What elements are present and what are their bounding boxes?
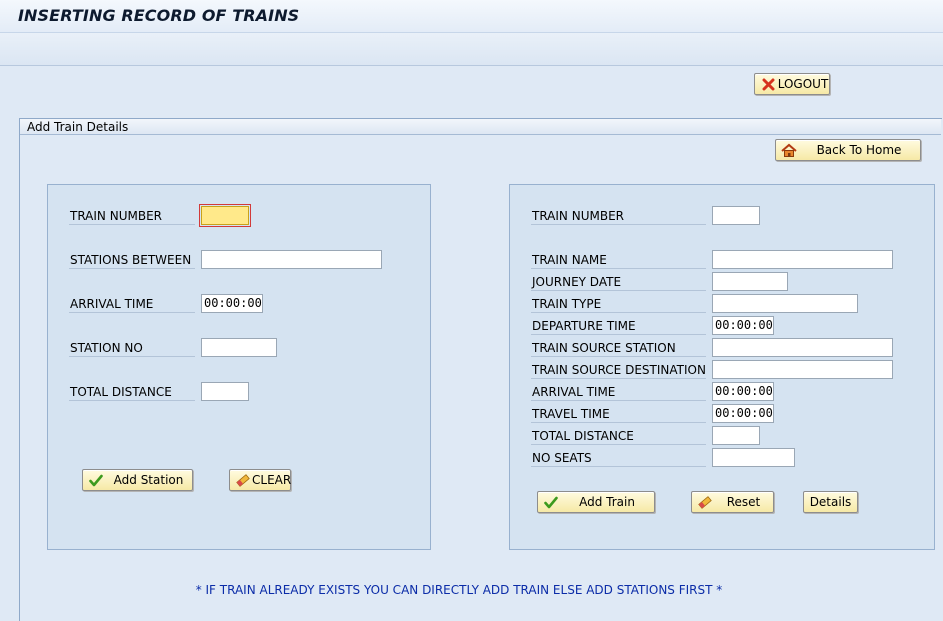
travel-time-label: TRAVEL TIME <box>531 407 706 423</box>
stations-between-input[interactable] <box>201 250 382 269</box>
logout-button[interactable]: LOGOUT <box>754 73 830 95</box>
details-label: Details <box>809 495 852 509</box>
clear-label: CLEAR <box>252 473 292 487</box>
source-station-label: TRAIN SOURCE STATION <box>531 341 706 357</box>
train-name-input[interactable] <box>712 250 893 269</box>
source-destination-label: TRAIN SOURCE DESTINATION <box>531 363 706 379</box>
total-distance-label: TOTAL DISTANCE <box>69 385 195 401</box>
journey-date-input[interactable] <box>712 272 788 291</box>
station-arrival-time-input[interactable]: 00:00:00 <box>201 294 263 313</box>
page-title: INSERTING RECORD OF TRAINS <box>18 6 300 25</box>
back-to-home-label: Back To Home <box>816 143 902 157</box>
add-station-button[interactable]: Add Station <box>82 469 193 491</box>
add-station-label: Add Station <box>113 473 184 487</box>
details-button[interactable]: Details <box>803 491 858 513</box>
total-distance-input[interactable] <box>712 426 760 445</box>
departure-time-label: DEPARTURE TIME <box>531 319 706 335</box>
station-no-label: STATION NO <box>69 341 195 357</box>
eraser-icon <box>234 471 252 489</box>
departure-time-input[interactable]: 00:00:00 <box>712 316 774 335</box>
no-seats-input[interactable] <box>712 448 795 467</box>
arrival-time-input[interactable]: 00:00:00 <box>712 382 774 401</box>
station-no-input[interactable] <box>201 338 277 357</box>
station-total-distance-input[interactable] <box>201 382 249 401</box>
toolbar <box>0 33 943 66</box>
group-title: Add Train Details <box>27 120 129 134</box>
reset-label: Reset <box>726 495 761 509</box>
checkmark-icon <box>87 471 105 489</box>
home-icon <box>780 141 798 159</box>
right-total-distance-label: TOTAL DISTANCE <box>531 429 706 445</box>
train-name-label: TRAIN NAME <box>531 253 706 269</box>
reset-button[interactable]: Reset <box>691 491 774 513</box>
source-station-input[interactable] <box>712 338 893 357</box>
checkmark-icon <box>542 493 560 511</box>
source-destination-input[interactable] <box>712 360 893 379</box>
logout-label: LOGOUT <box>777 77 829 91</box>
train-type-label: TRAIN TYPE <box>531 297 706 313</box>
travel-time-input[interactable]: 00:00:00 <box>712 404 774 423</box>
station-form-panel <box>47 184 431 550</box>
add-train-button[interactable]: Add Train <box>537 491 655 513</box>
right-arrival-time-label: ARRIVAL TIME <box>531 385 706 401</box>
train-type-input[interactable] <box>712 294 858 313</box>
close-x-icon <box>759 75 777 93</box>
instruction-note: * IF TRAIN ALREADY EXISTS YOU CAN DIRECT… <box>195 583 723 597</box>
train-number-input[interactable] <box>712 206 760 225</box>
station-train-number-input[interactable] <box>199 204 251 227</box>
stations-between-label: STATIONS BETWEEN <box>69 253 195 269</box>
no-seats-label: NO SEATS <box>531 451 706 467</box>
journey-date-label: JOURNEY DATE <box>531 275 706 291</box>
eraser-icon <box>696 493 714 511</box>
arrival-time-label: ARRIVAL TIME <box>69 297 195 313</box>
back-to-home-button[interactable]: Back To Home <box>775 139 921 161</box>
group-header <box>20 119 941 135</box>
add-train-label: Add Train <box>579 495 635 509</box>
right-train-number-label: TRAIN NUMBER <box>531 209 706 225</box>
train-number-label: TRAIN NUMBER <box>69 209 195 225</box>
clear-button[interactable]: CLEAR <box>229 469 291 491</box>
